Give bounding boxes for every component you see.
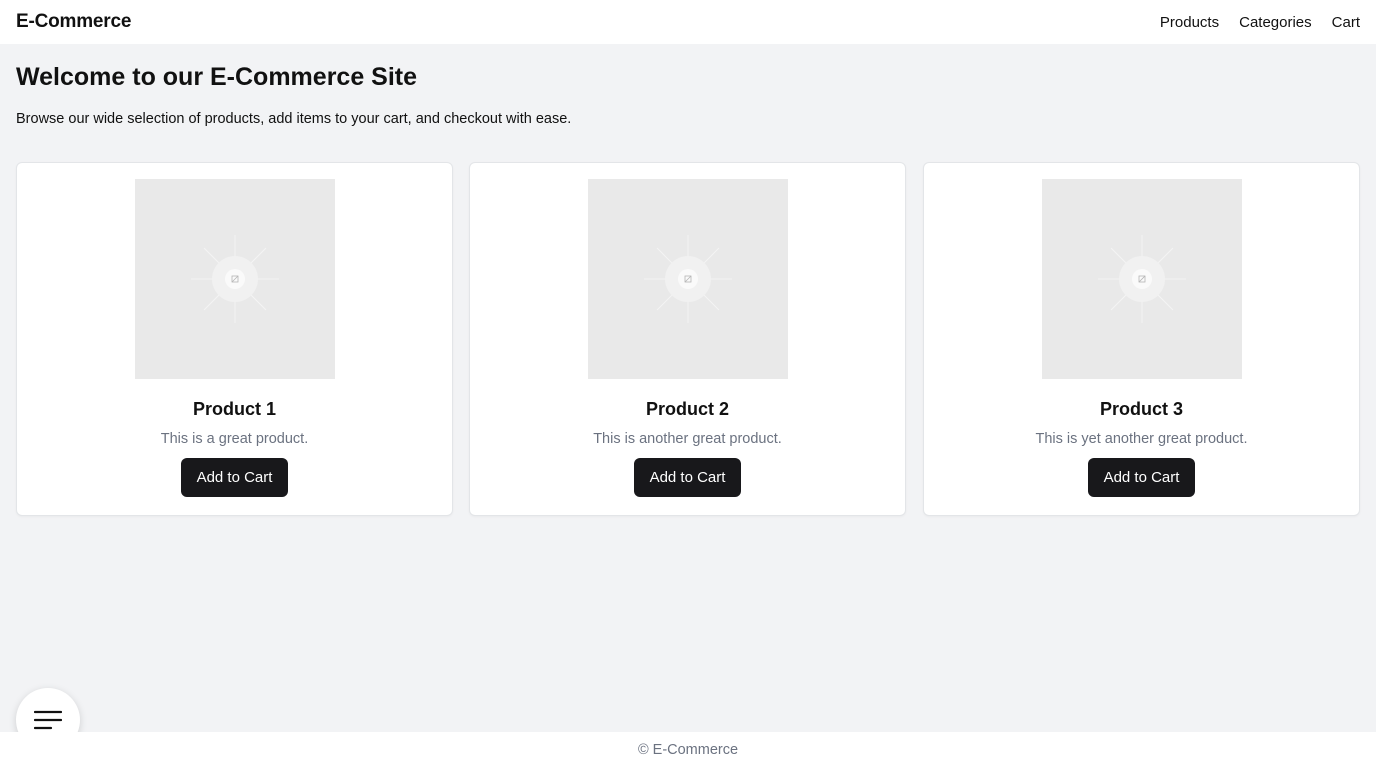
product-card: Product 2 This is another great product.… (469, 162, 906, 516)
product-description: This is yet another great product. (1035, 431, 1248, 447)
image-placeholder-icon (643, 235, 732, 323)
image-placeholder-icon (190, 235, 279, 323)
add-to-cart-button[interactable]: Add to Cart (180, 458, 289, 497)
product-description: This is a great product. (160, 431, 309, 447)
page-title: Welcome to our E-Commerce Site (16, 63, 418, 91)
brand-logo[interactable]: E-Commerce (16, 11, 131, 33)
product-title: Product 3 (1099, 399, 1183, 419)
page-subtitle: Browse our wide selection of products, a… (16, 111, 572, 127)
product-image (1041, 179, 1242, 379)
main-nav: Products Categories Cart (1160, 14, 1360, 31)
footer: © E-Commerce (0, 732, 1376, 768)
nav-link-categories[interactable]: Categories (1239, 14, 1312, 31)
nav-link-products[interactable]: Products (1160, 14, 1219, 31)
product-grid: Product 1 This is a great product. Add t… (16, 162, 1360, 516)
main-content: Welcome to our E-Commerce Site Browse ou… (16, 44, 1360, 516)
menu-icon (34, 710, 62, 730)
add-to-cart-button[interactable]: Add to Cart (1087, 458, 1196, 497)
product-title: Product 1 (192, 399, 276, 419)
footer-copyright: © E-Commerce (637, 742, 739, 758)
product-image (134, 179, 335, 379)
nav-link-cart[interactable]: Cart (1332, 14, 1360, 31)
product-card: Product 1 This is a great product. Add t… (16, 162, 453, 516)
top-navbar: E-Commerce Products Categories Cart (0, 0, 1376, 44)
image-placeholder-icon (1097, 235, 1186, 323)
product-title: Product 2 (645, 399, 729, 419)
add-to-cart-button[interactable]: Add to Cart (633, 458, 742, 497)
product-image (587, 179, 788, 379)
product-card: Product 3 This is yet another great prod… (923, 162, 1360, 516)
product-description: This is another great product. (593, 431, 782, 447)
